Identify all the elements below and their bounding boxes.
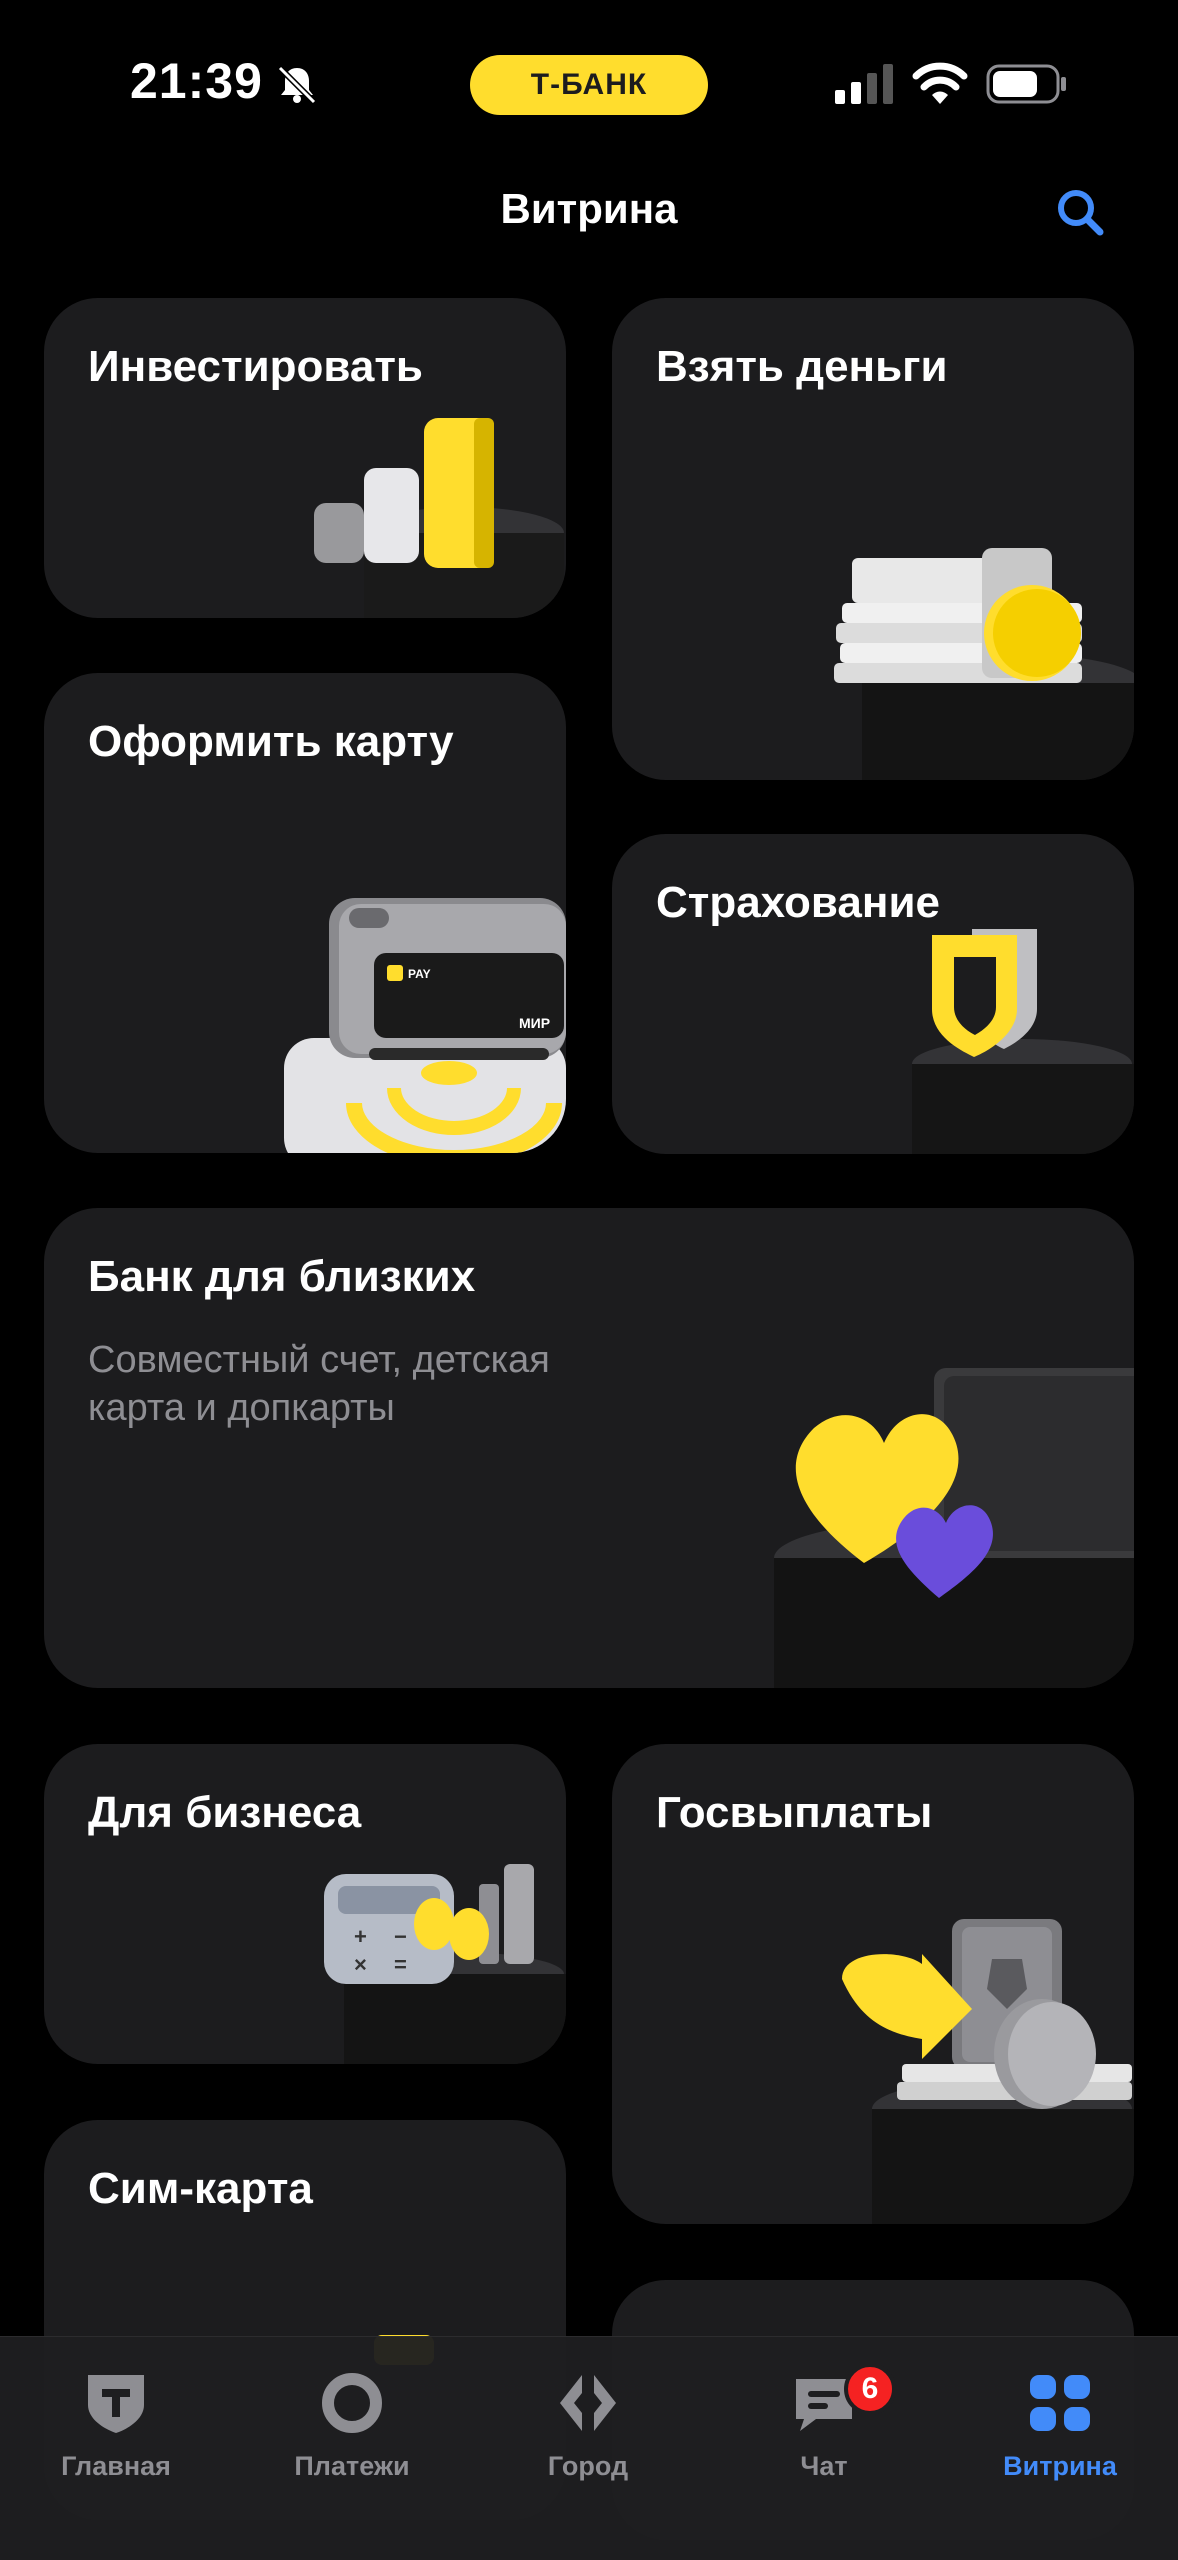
battery-icon <box>986 64 1066 104</box>
tbank-shield-icon <box>88 2375 144 2433</box>
tab-showcase-label: Витрина <box>1003 2451 1117 2481</box>
search-icon[interactable] <box>1050 182 1110 242</box>
page-title: Витрина <box>500 185 678 232</box>
insurance-card[interactable]: Страхование <box>612 834 1134 1154</box>
tab-chat-label: Чат <box>800 2451 848 2481</box>
tab-showcase[interactable]: Витрина <box>960 2357 1160 2497</box>
svg-text:=: = <box>394 1952 407 1977</box>
tab-city-label: Город <box>547 2451 629 2481</box>
family-bank-title: Банк для близких <box>88 1252 476 1301</box>
loan-card-title: Взять деньги <box>656 342 948 391</box>
order-card-title: Оформить карту <box>88 717 454 766</box>
signal-icon <box>835 64 893 104</box>
family-bank-subtitle-2: карта и допкарты <box>88 1387 395 1429</box>
tab-chat[interactable]: 6 Чат <box>724 2357 924 2497</box>
tab-payments[interactable]: Платежи <box>252 2357 452 2497</box>
sim-card-title: Сим-карта <box>88 2164 313 2213</box>
family-bank-subtitle-1: Совместный счет, детская <box>88 1339 550 1381</box>
bell-off-icon <box>277 65 317 105</box>
gov-payments-title: Госвыплаты <box>656 1788 933 1837</box>
hearts-illustration <box>774 1368 1134 1688</box>
loan-card[interactable]: Взять деньги <box>612 298 1134 780</box>
status-time: 21:39 <box>130 53 263 109</box>
showcase-grid-icon <box>1030 2375 1090 2431</box>
pay-label: PAY <box>408 967 431 981</box>
invest-bars-illustration <box>314 418 564 618</box>
calculator-illustration: + − × = <box>324 1864 566 2064</box>
invest-card-title: Инвестировать <box>88 342 423 391</box>
status-bar: 21:39 Т-БАНК <box>0 0 1178 170</box>
tab-bar: Главная Платежи Город 6 Чат Витрина <box>0 2336 1178 2560</box>
tab-payments-label: Платежи <box>294 2451 410 2481</box>
family-bank-card[interactable]: Банк для близких Совместный счет, детска… <box>44 1208 1134 1688</box>
gov-payments-card[interactable]: Госвыплаты <box>612 1744 1134 2224</box>
tbank-badge[interactable]: Т-БАНК <box>470 55 708 115</box>
payments-circle-icon <box>322 2373 382 2433</box>
wifi-icon <box>912 62 968 104</box>
svg-text:×: × <box>354 1952 367 1977</box>
money-stack-illustration <box>834 548 1134 780</box>
tab-city[interactable]: Город <box>488 2357 688 2497</box>
tab-home-label: Главная <box>61 2451 171 2481</box>
order-card-card[interactable]: Оформить карту PAY МИР <box>44 673 566 1153</box>
shield-illustration <box>912 929 1134 1154</box>
invest-card[interactable]: Инвестировать <box>44 298 566 618</box>
business-card-title: Для бизнеса <box>88 1788 362 1837</box>
city-diamond-icon <box>560 2375 616 2431</box>
phone-pay-illustration: PAY МИР <box>284 898 566 1153</box>
svg-text:+: + <box>354 1924 367 1949</box>
business-card[interactable]: Для бизнеса + − × = <box>44 1744 566 2064</box>
mir-label: МИР <box>519 1015 550 1031</box>
svg-text:−: − <box>394 1924 407 1949</box>
insurance-card-title: Страхование <box>656 878 940 927</box>
chat-unread-badge: 6 <box>844 2363 896 2415</box>
tab-home[interactable]: Главная <box>16 2357 216 2497</box>
gov-payments-illustration <box>842 1919 1134 2224</box>
